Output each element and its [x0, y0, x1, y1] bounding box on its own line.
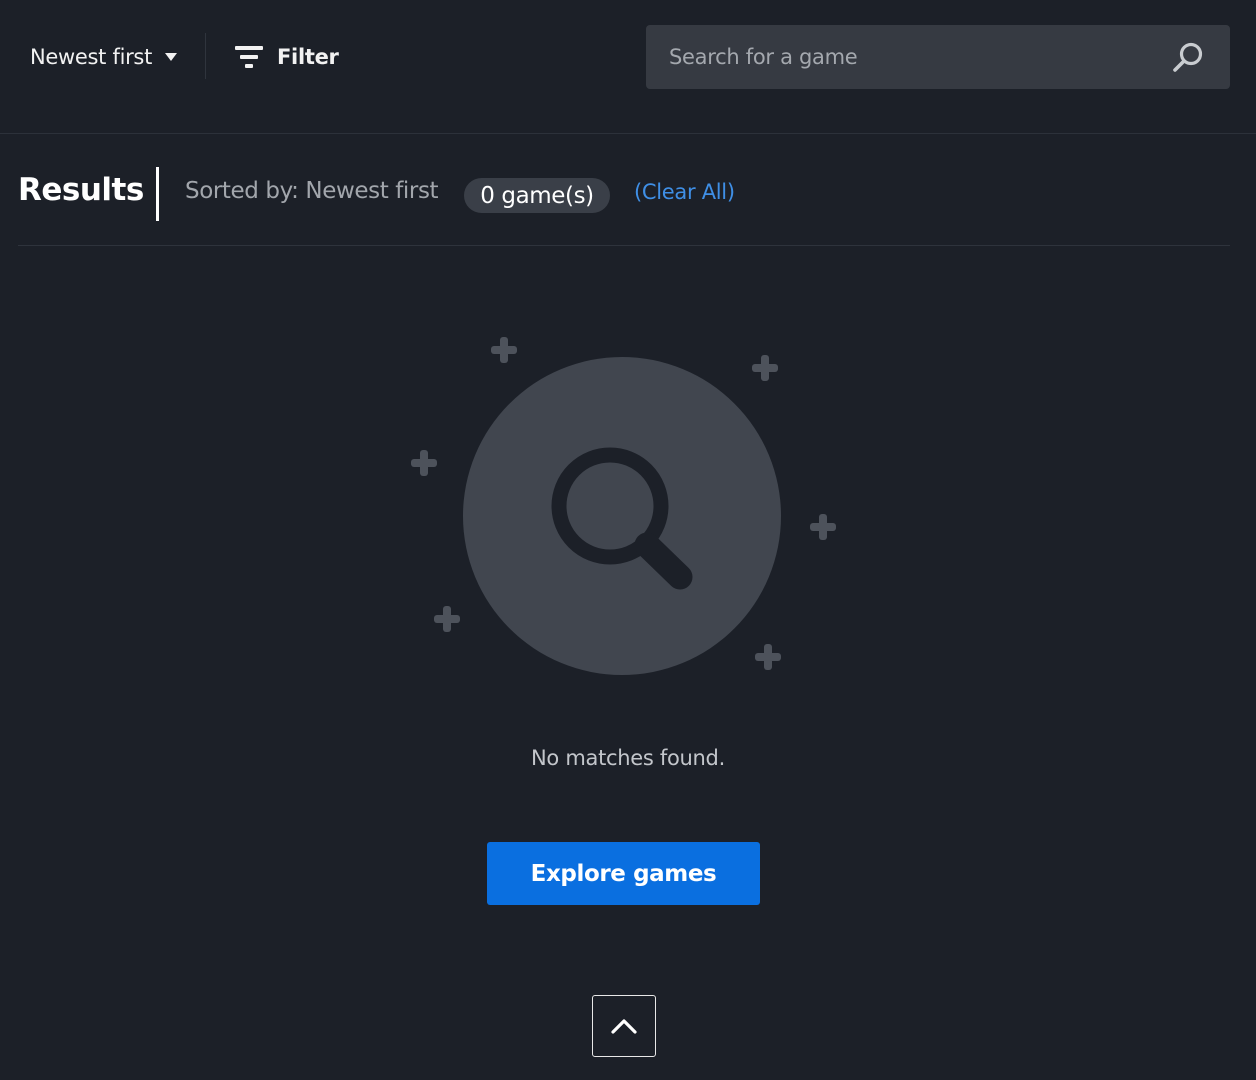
filter-funnel-icon [235, 46, 263, 68]
explore-games-button[interactable]: Explore games [487, 842, 760, 905]
results-count-label: 0 game(s) [480, 182, 594, 209]
results-title: Results [18, 172, 144, 208]
sort-dropdown-label: Newest first [30, 45, 153, 69]
plus-icon-4 [810, 514, 836, 540]
search-icon[interactable] [1170, 40, 1206, 76]
results-count-badge: 0 game(s) [464, 178, 610, 213]
search-input[interactable] [646, 25, 1166, 89]
caret-down-icon [165, 53, 178, 61]
plus-icon-3 [411, 450, 437, 476]
plus-icon-6 [755, 644, 781, 670]
page: Newest first Filter Results Sorted by: N… [0, 0, 1256, 1080]
toolbar: Newest first Filter [0, 0, 1256, 134]
plus-icon-5 [434, 606, 460, 632]
plus-icon-2 [752, 355, 778, 381]
scroll-to-top-button[interactable] [592, 995, 656, 1057]
explore-games-label: Explore games [530, 860, 717, 887]
no-matches-message: No matches found. [531, 746, 725, 770]
toolbar-divider [205, 33, 206, 79]
sort-dropdown[interactable]: Newest first [30, 40, 178, 74]
results-separator [18, 245, 1230, 246]
search-box [646, 25, 1230, 89]
filter-button-label: Filter [277, 45, 339, 69]
clear-all-link[interactable]: (Clear All) [634, 180, 735, 204]
illustration-circle [463, 357, 781, 675]
magnifier-illustration-icon [411, 337, 836, 675]
chevron-up-icon [611, 1019, 637, 1034]
results-divider [156, 167, 159, 221]
filter-button[interactable]: Filter [234, 40, 339, 74]
sorted-by-text: Sorted by: Newest first [185, 178, 439, 204]
plus-icon-1 [491, 337, 517, 363]
